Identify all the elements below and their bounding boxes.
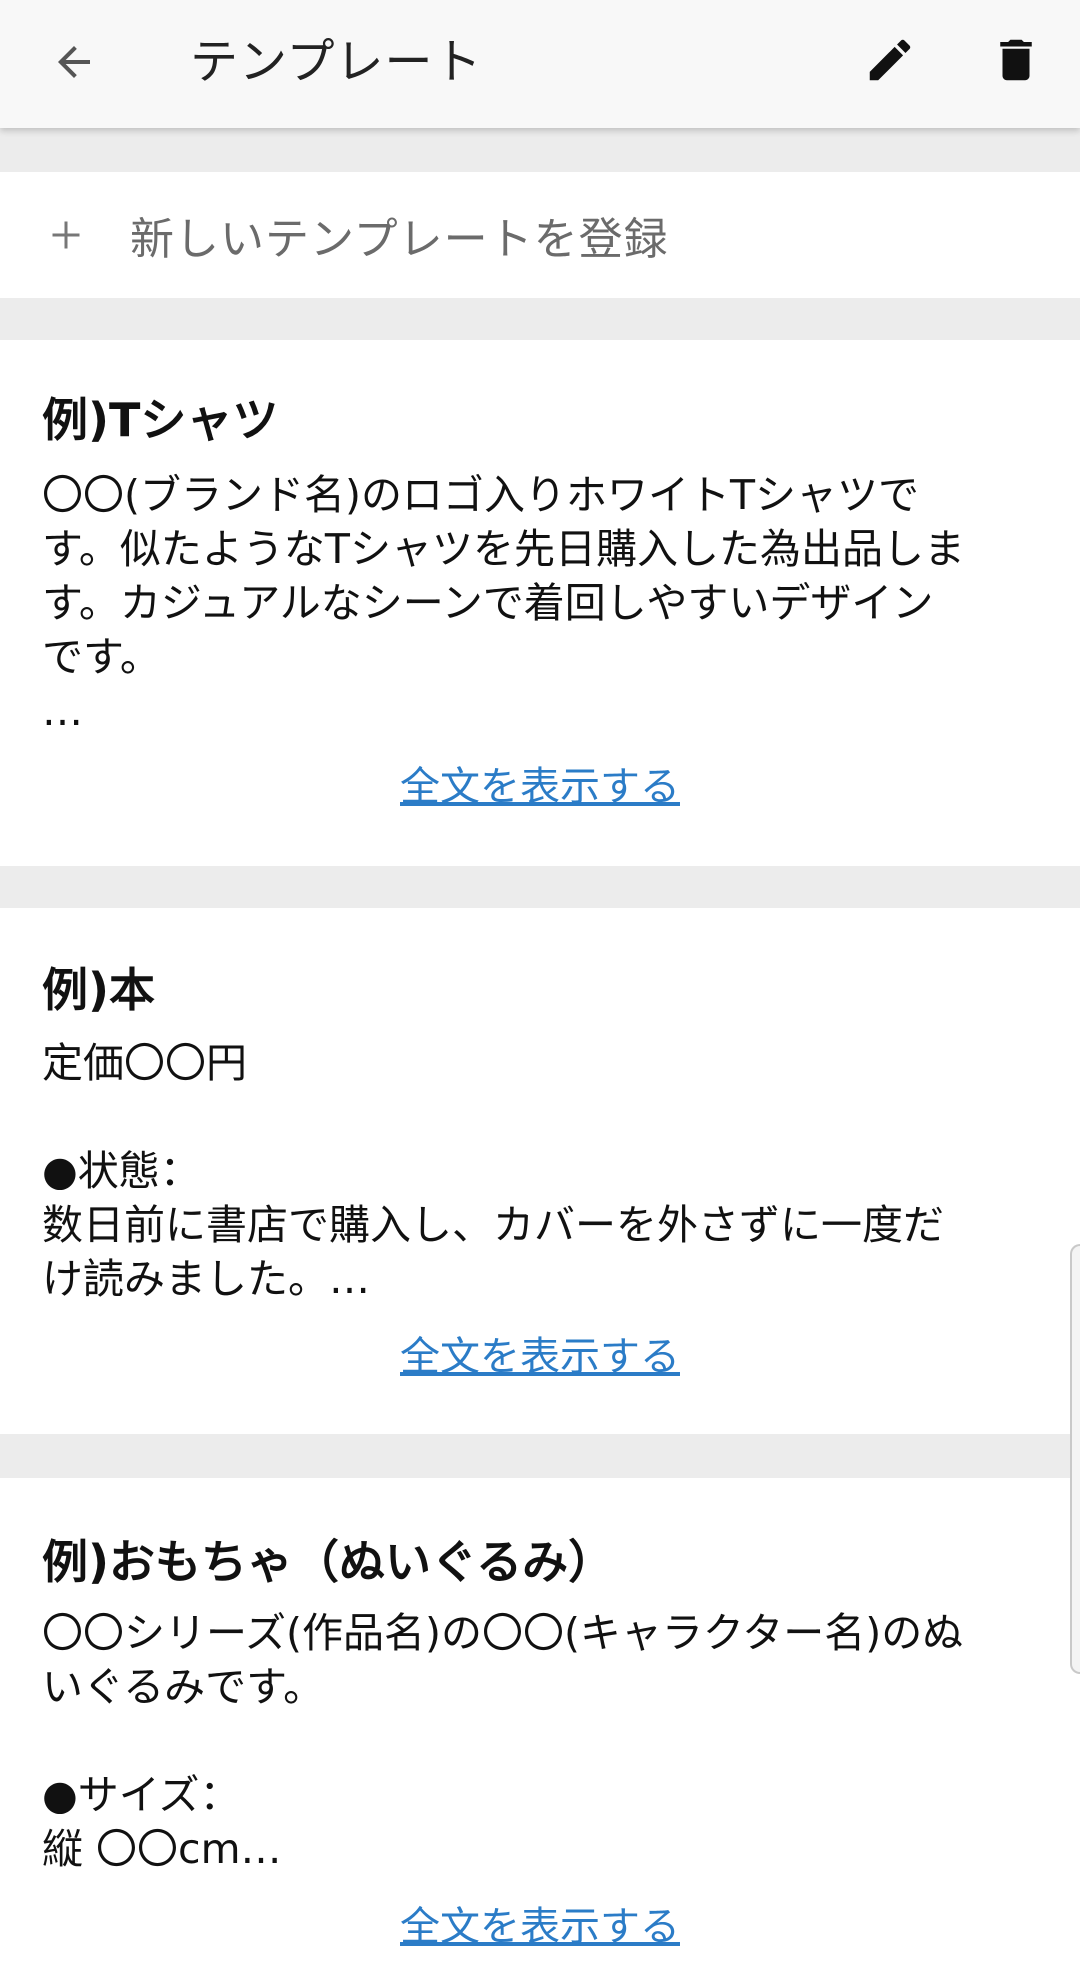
- template-preview: 〇〇(ブランド名)のロゴ入りホワイトTシャツで す。似たようなTシャツを先日購入…: [42, 471, 965, 735]
- template-screen: テンプレート 新しいテンプレートを登録 例)Tシャツ 〇〇(ブランド名)のロゴ入…: [0, 0, 1080, 1979]
- template-card[interactable]: 例)おもちゃ（ぬいぐるみ） 〇〇シリーズ(作品名)の〇〇(キャラクター名)のぬ …: [0, 1478, 1080, 1979]
- template-title: 例)おもちゃ（ぬいぐるみ）: [42, 1535, 615, 1589]
- new-template-label: 新しいテンプレートを登録: [130, 214, 669, 265]
- template-preview: 〇〇シリーズ(作品名)の〇〇(キャラクター名)のぬ いぐるみです。 ●サイズ： …: [42, 1609, 964, 1873]
- template-preview: 定価〇〇円 ●状態： 数日前に書店で購入し、カバーを外さずに一度だ け読みました…: [42, 1039, 944, 1303]
- pencil-icon: [869, 39, 911, 81]
- back-button[interactable]: [38, 26, 110, 98]
- edge-panel-handle[interactable]: [1070, 1244, 1080, 1674]
- trash-icon: [1000, 39, 1032, 81]
- page-title: テンプレート: [190, 34, 483, 90]
- new-template-button[interactable]: 新しいテンプレートを登録: [0, 172, 1080, 298]
- template-card[interactable]: 例)Tシャツ 〇〇(ブランド名)のロゴ入りホワイトTシャツで す。似たようなTシ…: [0, 340, 1080, 866]
- template-title: 例)Tシャツ: [42, 393, 279, 447]
- arrow-back-icon: [58, 46, 90, 78]
- show-full-text-link[interactable]: 全文を表示する: [0, 1894, 1080, 1952]
- template-title: 例)本: [42, 963, 156, 1017]
- show-full-text-link[interactable]: 全文を表示する: [0, 1324, 1080, 1382]
- app-bar: テンプレート: [0, 0, 1080, 128]
- edit-button[interactable]: [852, 22, 928, 98]
- plus-icon: [44, 213, 88, 257]
- delete-button[interactable]: [978, 22, 1054, 98]
- show-full-text-link[interactable]: 全文を表示する: [0, 754, 1080, 812]
- template-card[interactable]: 例)本 定価〇〇円 ●状態： 数日前に書店で購入し、カバーを外さずに一度だ け読…: [0, 908, 1080, 1434]
